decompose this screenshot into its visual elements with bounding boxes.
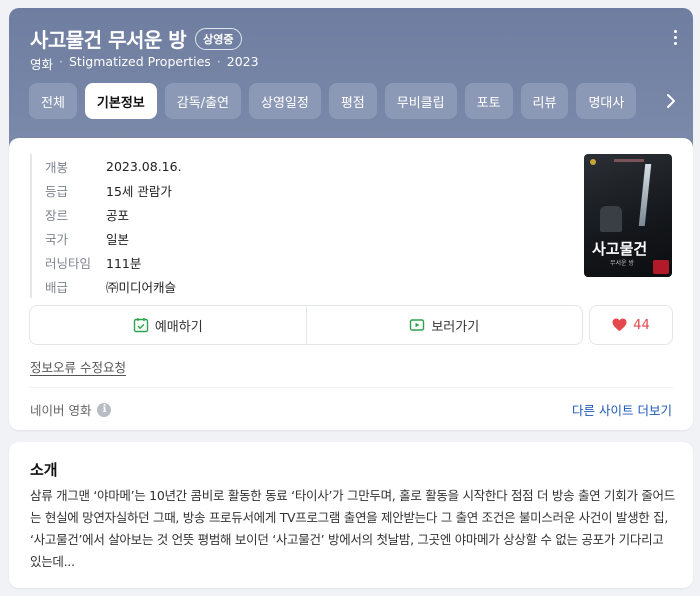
intro-text: 삼류 개그맨 ‘야마메’는 10년간 콤비로 활동한 동료 ‘타이사’가 그만두… xyxy=(30,488,675,569)
chevron-right-icon[interactable] xyxy=(663,92,679,110)
info-label: 장르 xyxy=(45,207,69,223)
info-row-runtime: 러닝타임 111분 xyxy=(45,250,182,274)
poster-rating-mark xyxy=(653,260,669,274)
calendar-check-icon xyxy=(133,318,149,333)
info-label: 러닝타임 xyxy=(45,255,92,271)
info-label: 국가 xyxy=(45,231,69,247)
like-button[interactable]: 44 xyxy=(589,305,673,345)
reserve-button[interactable]: 예매하기 xyxy=(30,306,306,344)
intro-card: 소개 삼류 개그맨 ‘야마메’는 10년간 콤비로 활동한 동료 ‘타이사’가 … xyxy=(9,442,693,588)
tab-movie-clips[interactable]: 무비클립 xyxy=(384,83,457,119)
tab-reviews[interactable]: 리뷰 xyxy=(520,83,569,119)
heart-icon xyxy=(612,318,627,332)
meta-separator: · xyxy=(59,54,63,69)
tab-cast[interactable]: 감독/출연 xyxy=(164,83,241,119)
info-label: 개봉 xyxy=(45,159,69,175)
tab-showtimes[interactable]: 상영일정 xyxy=(249,83,321,119)
watch-button[interactable]: 보러가기 xyxy=(305,306,583,344)
info-value: 일본 xyxy=(106,231,130,247)
intro-title: 소개 xyxy=(30,461,58,479)
report-error-link[interactable]: 정보오류 수정요청 xyxy=(30,357,126,376)
info-value: 111분 xyxy=(106,255,142,271)
info-value: 공포 xyxy=(106,207,130,223)
movie-poster[interactable]: 사고물건 무서운 방 xyxy=(584,154,672,277)
source-label: 네이버 영화 xyxy=(30,403,92,418)
info-row-release: 개봉 2023.08.16. xyxy=(45,154,182,178)
info-value: 2023.08.16. xyxy=(106,158,182,174)
info-value: ㈜미디어캐슬 xyxy=(106,279,177,295)
like-count: 44 xyxy=(633,317,650,333)
status-badge: 상영중 xyxy=(195,27,242,50)
reserve-label: 예매하기 xyxy=(154,319,203,335)
info-row-genre: 장르 공포 xyxy=(45,202,182,226)
movie-meta: 영화 · Stigmatized Properties · 2023 xyxy=(30,54,259,73)
info-row-rating: 등급 15세 관람가 xyxy=(45,178,182,202)
more-sites-link[interactable]: 다른 사이트 더보기 xyxy=(572,400,672,419)
tab-basic-info[interactable]: 기본정보 xyxy=(84,83,157,119)
tab-ratings[interactable]: 평점 xyxy=(328,83,377,119)
poster-title: 사고물건 xyxy=(592,240,648,258)
meta-type: 영화 xyxy=(30,57,54,72)
tab-bar: 전체 기본정보 감독/출연 상영일정 평점 무비클립 포토 리뷰 명대사 xyxy=(29,83,637,119)
tab-photos[interactable]: 포토 xyxy=(464,83,513,119)
info-label: 등급 xyxy=(45,183,69,199)
info-row-distributor: 배급 ㈜미디어캐슬 xyxy=(45,274,182,298)
info-row-country: 국가 일본 xyxy=(45,226,182,250)
tab-quotes[interactable]: 명대사 xyxy=(576,83,637,119)
movie-title: 사고물건 무서운 방 xyxy=(30,28,187,52)
meta-separator: · xyxy=(216,54,221,69)
meta-year: 2023 xyxy=(226,54,259,69)
watch-label: 보러가기 xyxy=(431,319,480,335)
poster-subtitle: 무서운 방 xyxy=(610,260,634,267)
meta-original-title: Stigmatized Properties xyxy=(69,54,211,69)
basic-info-card: 개봉 2023.08.16. 등급 15세 관람가 장르 공포 국가 일본 러닝… xyxy=(9,138,693,430)
title-row: 사고물건 무서운 방 상영중 xyxy=(30,24,242,53)
source-row: 네이버 영화 i xyxy=(30,400,112,419)
kebab-menu-icon[interactable] xyxy=(671,30,679,50)
tab-all[interactable]: 전체 xyxy=(29,83,77,119)
divider xyxy=(29,387,673,388)
video-icon xyxy=(410,319,425,331)
info-icon[interactable]: i xyxy=(97,402,112,417)
info-label: 배급 xyxy=(45,279,69,295)
info-list: 개봉 2023.08.16. 등급 15세 관람가 장르 공포 국가 일본 러닝… xyxy=(30,154,182,298)
info-value: 15세 관람가 xyxy=(106,183,172,199)
action-bar: 예매하기 보러가기 xyxy=(29,305,583,345)
